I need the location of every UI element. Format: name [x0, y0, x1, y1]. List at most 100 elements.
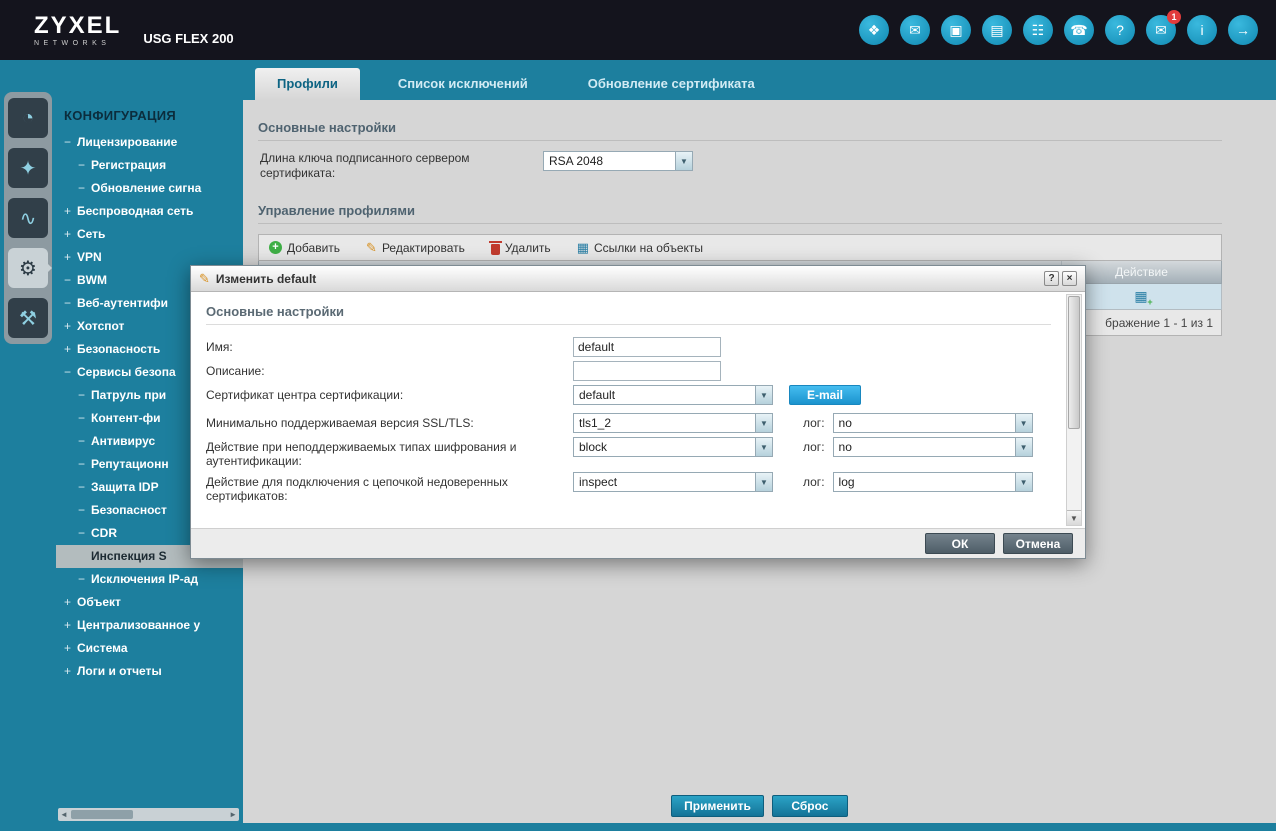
unsupported-log-select[interactable]: no ▼ [832, 437, 1033, 457]
dialog-titlebar[interactable]: ✎ Изменить default ? × [191, 266, 1085, 292]
key-length-select[interactable]: RSA 2048 ▼ [543, 151, 693, 171]
cli-icon[interactable]: ▣ [941, 15, 971, 45]
section-basic-settings: Основные настройки [258, 120, 1222, 141]
expand-icon[interactable]: + [64, 591, 77, 614]
sidebar-item[interactable]: − Исключения IP-ад [56, 568, 243, 591]
tab-exclusion-list[interactable]: Список исключений [376, 68, 550, 100]
unsupported-log-value: no [838, 440, 852, 454]
edit-button[interactable]: ✎ Редактировать [366, 240, 465, 256]
collapse-icon[interactable]: − [78, 177, 91, 200]
page: ZYXEL NETWORKS USG FLEX 200 ❖ ✉ ▣ ▤ ☷ ☎? ✉ 1 i → … [0, 0, 1276, 831]
scroll-right-icon[interactable]: ► [229, 810, 237, 819]
sidebar-item[interactable]: + Сеть [56, 223, 243, 246]
sidebar-item[interactable]: + Система [56, 637, 243, 660]
sidebar-item[interactable]: + Беспроводная сеть [56, 200, 243, 223]
row-references-icon[interactable]: ▦ + [1134, 288, 1152, 307]
sidebar-item-label: CDR [91, 526, 117, 540]
edit-label: Редактировать [381, 240, 465, 255]
sidebar-item-label: Репутационн [91, 457, 169, 471]
collapse-icon[interactable]: − [78, 407, 91, 430]
collapse-icon[interactable]: − [64, 292, 77, 315]
reference-guide-icon[interactable]: ▤ [982, 15, 1012, 45]
pagination-text: бражение 1 - 1 из 1 [1105, 315, 1213, 330]
about-icon[interactable]: i [1187, 15, 1217, 45]
collapse-icon[interactable]: − [78, 568, 91, 591]
sidebar-item-label: Обновление сигна [91, 181, 202, 195]
object-references-label: Ссылки на объекты [593, 240, 704, 255]
delete-button[interactable]: Удалить [488, 240, 551, 255]
ok-button[interactable]: ОК [925, 533, 995, 554]
reset-button[interactable]: Сброс [771, 795, 848, 817]
secureporter-icon[interactable]: ❖ [859, 15, 889, 45]
untrusted-chain-select[interactable]: inspect ▼ [573, 472, 773, 492]
ssl-version-select[interactable]: tls1_2 ▼ [573, 413, 773, 433]
expand-icon[interactable]: + [64, 246, 77, 269]
add-button[interactable]: + Добавить [269, 241, 340, 255]
ssl-log-select[interactable]: no ▼ [832, 413, 1033, 433]
wizard-icon[interactable]: ✦ [8, 148, 48, 188]
configuration-icon[interactable]: ⚙ [8, 248, 52, 288]
cancel-button[interactable]: Отмена [1003, 533, 1073, 554]
dialog-help-button[interactable]: ? [1044, 271, 1059, 286]
unsupported-suit-select[interactable]: block ▼ [573, 437, 773, 457]
scroll-left-icon[interactable]: ◄ [60, 810, 68, 819]
web-console-icon[interactable]: ✉ [900, 15, 930, 45]
app-header: ZYXEL NETWORKS USG FLEX 200 ❖ ✉ ▣ ▤ ☷ ☎? ✉ 1 i → [0, 0, 1276, 60]
expand-icon[interactable]: + [64, 660, 77, 683]
collapse-icon[interactable]: − [78, 430, 91, 453]
expand-icon[interactable]: + [64, 637, 77, 660]
maintenance-icon[interactable]: ⚒ [8, 298, 48, 338]
dialog-footer: ОК Отмена [191, 528, 1085, 558]
trash-icon [488, 240, 502, 255]
description-input[interactable] [573, 361, 721, 381]
dialog-scrollbar[interactable]: ▼ [1066, 294, 1082, 526]
collapse-icon[interactable]: − [64, 361, 77, 384]
dialog-title: Изменить default [215, 271, 317, 286]
site-map-icon[interactable]: ☷ [1023, 15, 1053, 45]
collapse-icon[interactable]: − [78, 453, 91, 476]
collapse-icon[interactable]: − [78, 499, 91, 522]
expand-icon[interactable]: + [64, 200, 77, 223]
scroll-down-icon[interactable]: ▼ [1067, 510, 1081, 525]
tab-certificate-update[interactable]: Обновление сертификата [566, 68, 777, 100]
expand-icon[interactable]: + [64, 338, 77, 361]
forum-icon[interactable]: ✉ 1 [1146, 10, 1181, 45]
key-length-value: RSA 2048 [549, 154, 604, 168]
ca-certificate-select[interactable]: default ▼ [573, 385, 773, 405]
collapse-icon[interactable]: − [64, 269, 77, 292]
scroll-thumb[interactable] [70, 810, 133, 819]
collapse-icon[interactable]: − [64, 131, 77, 154]
dialog-section-title: Основные настройки [206, 304, 1051, 325]
apply-button[interactable]: Применить [671, 795, 764, 817]
expand-icon[interactable]: + [64, 223, 77, 246]
sidebar-item[interactable]: − Регистрация [56, 154, 243, 177]
sidebar-item[interactable]: − Обновление сигна [56, 177, 243, 200]
collapse-icon[interactable]: − [78, 522, 91, 545]
sidebar-item-label: Безопасность [77, 342, 161, 356]
expand-icon[interactable]: + [64, 614, 77, 637]
sidebar-item[interactable]: + Логи и отчеты [56, 660, 243, 683]
monitor-icon[interactable]: ∿ [8, 198, 48, 238]
dialog-scroll-thumb[interactable] [1068, 296, 1080, 430]
chevron-down-icon: ▼ [1014, 438, 1032, 456]
chevron-down-icon: ▼ [675, 152, 692, 170]
name-input[interactable] [573, 337, 721, 357]
console-icon[interactable]: ☎ [1064, 15, 1094, 45]
untrusted-log-select[interactable]: log ▼ [832, 472, 1033, 492]
sidebar-item[interactable]: + Централизованное у [56, 614, 243, 637]
dialog-close-button[interactable]: × [1062, 271, 1077, 286]
logout-icon[interactable]: → [1228, 15, 1258, 45]
tab-profiles[interactable]: Профили [255, 68, 360, 100]
sidebar-item[interactable]: − Лицензирование [56, 131, 243, 154]
dashboard-icon[interactable]: ◔ [8, 98, 48, 138]
expand-icon[interactable]: + [64, 315, 77, 338]
email-button[interactable]: E-mail [789, 385, 861, 405]
collapse-icon[interactable]: − [78, 476, 91, 499]
object-references-button[interactable]: ▦ Ссылки на объекты [577, 240, 703, 256]
sidebar-horizontal-scrollbar[interactable]: ◄ ► [58, 808, 239, 821]
sidebar-item[interactable]: + Объект [56, 591, 243, 614]
collapse-icon[interactable]: − [78, 384, 91, 407]
help-icon[interactable]: ? [1105, 15, 1135, 45]
collapse-icon[interactable]: − [78, 154, 91, 177]
profile-toolbar: + Добавить ✎ Редактировать Удалить ▦ Ссы… [258, 234, 1222, 261]
